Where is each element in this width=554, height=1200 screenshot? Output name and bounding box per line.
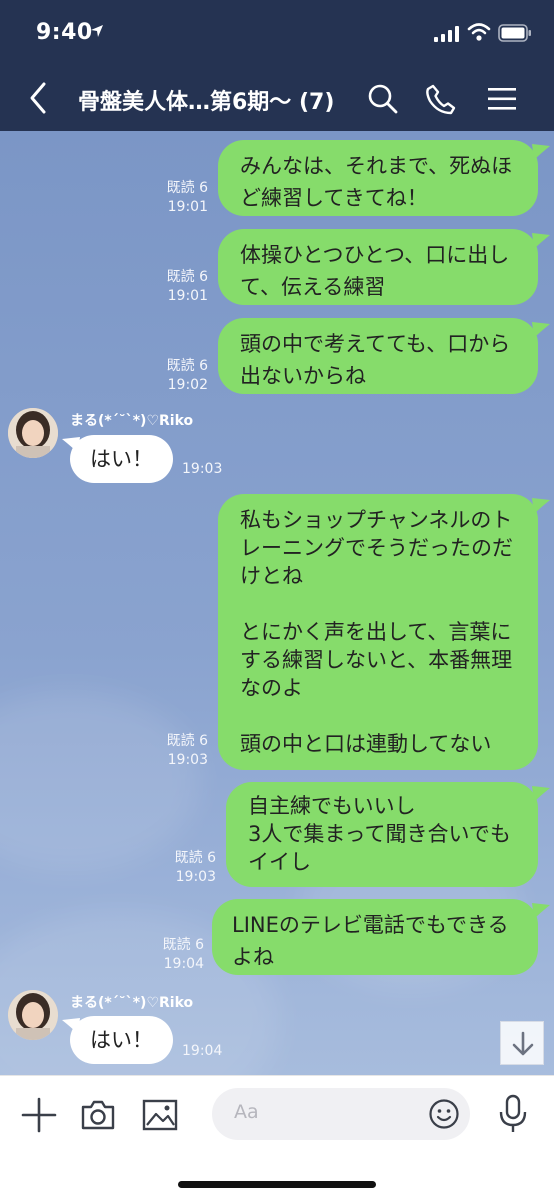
- camera-icon[interactable]: [80, 1098, 116, 1132]
- read-receipt: 既読 6 19:02: [166, 358, 208, 393]
- status-bar: 9:40: [0, 0, 554, 68]
- chat-title[interactable]: 骨盤美人体…第6期〜 (7): [78, 84, 334, 116]
- bubble-tail: [532, 144, 550, 160]
- microphone-icon[interactable]: [498, 1094, 528, 1134]
- battery-icon: [498, 24, 531, 42]
- bubble-tail: [532, 903, 550, 919]
- read-receipt: 既読 6 19:03: [174, 850, 216, 885]
- outgoing-message[interactable]: 頭の中で考えてても、口から 出ないからね: [218, 318, 538, 394]
- incoming-message[interactable]: はい！: [70, 435, 173, 483]
- chat-area[interactable]: 既読 6 19:01 みんなは、それまで、死ぬほ ど練習してきてね！ 既読 6 19…: [0, 131, 554, 1075]
- avatar[interactable]: [8, 990, 58, 1040]
- back-chevron-icon[interactable]: [24, 80, 54, 116]
- status-time: 9:40: [36, 20, 93, 45]
- avatar[interactable]: [8, 408, 58, 458]
- avatar-photo: [8, 408, 58, 458]
- menu-icon[interactable]: [486, 82, 518, 116]
- bubble-tail: [532, 786, 550, 802]
- incoming-message[interactable]: はい！: [70, 1016, 173, 1064]
- search-icon[interactable]: [366, 82, 400, 116]
- read-receipt: 既読 6 19:01: [166, 180, 208, 215]
- scroll-to-bottom-button[interactable]: [500, 1021, 544, 1065]
- image-icon[interactable]: [142, 1098, 178, 1132]
- home-indicator: [178, 1181, 376, 1188]
- bubble-tail: [532, 233, 550, 249]
- avatar-photo: [8, 990, 58, 1040]
- arrow-down-icon: [512, 1031, 534, 1056]
- message-input-placeholder: Aa: [234, 1101, 259, 1123]
- outgoing-message[interactable]: LINEのテレビ電話でもできる よね: [212, 899, 538, 975]
- outgoing-message[interactable]: 体操ひとつひとつ、口に出し て、伝える練習: [218, 229, 538, 305]
- cellular-signal-icon: [434, 26, 459, 42]
- message-time: 19:03: [182, 461, 223, 477]
- read-receipt: 既読 6 19:03: [166, 733, 208, 768]
- read-receipt: 既読 6 19:01: [166, 269, 208, 304]
- phone-icon[interactable]: [424, 82, 458, 116]
- message-input[interactable]: Aa: [212, 1088, 470, 1140]
- sender-name: まる(*´˘`*)♡Riko: [70, 413, 194, 429]
- plus-icon[interactable]: [20, 1096, 58, 1134]
- wifi-icon: [467, 23, 491, 41]
- top-bar: 9:40 骨盤美人体…第6期〜 (7): [0, 0, 554, 131]
- outgoing-message[interactable]: 私もショップチャンネルのト レーニングでそうだったのだ けとね とにかく声を出し…: [218, 494, 538, 770]
- emoji-icon[interactable]: [428, 1098, 460, 1130]
- sender-name: まる(*´˘`*)♡Riko: [70, 995, 194, 1011]
- bubble-tail: [532, 498, 550, 514]
- bubble-tail: [532, 322, 550, 338]
- chat-header: 骨盤美人体…第6期〜 (7): [0, 68, 554, 131]
- outgoing-message[interactable]: みんなは、それまで、死ぬほ ど練習してきてね！: [218, 140, 538, 216]
- read-receipt: 既読 6 19:04: [162, 937, 204, 972]
- message-time: 19:04: [182, 1043, 223, 1059]
- outgoing-message[interactable]: 自主練でもいいし 3人で集まって聞き合いでも イイし: [226, 782, 538, 887]
- location-arrow-icon: [91, 25, 103, 37]
